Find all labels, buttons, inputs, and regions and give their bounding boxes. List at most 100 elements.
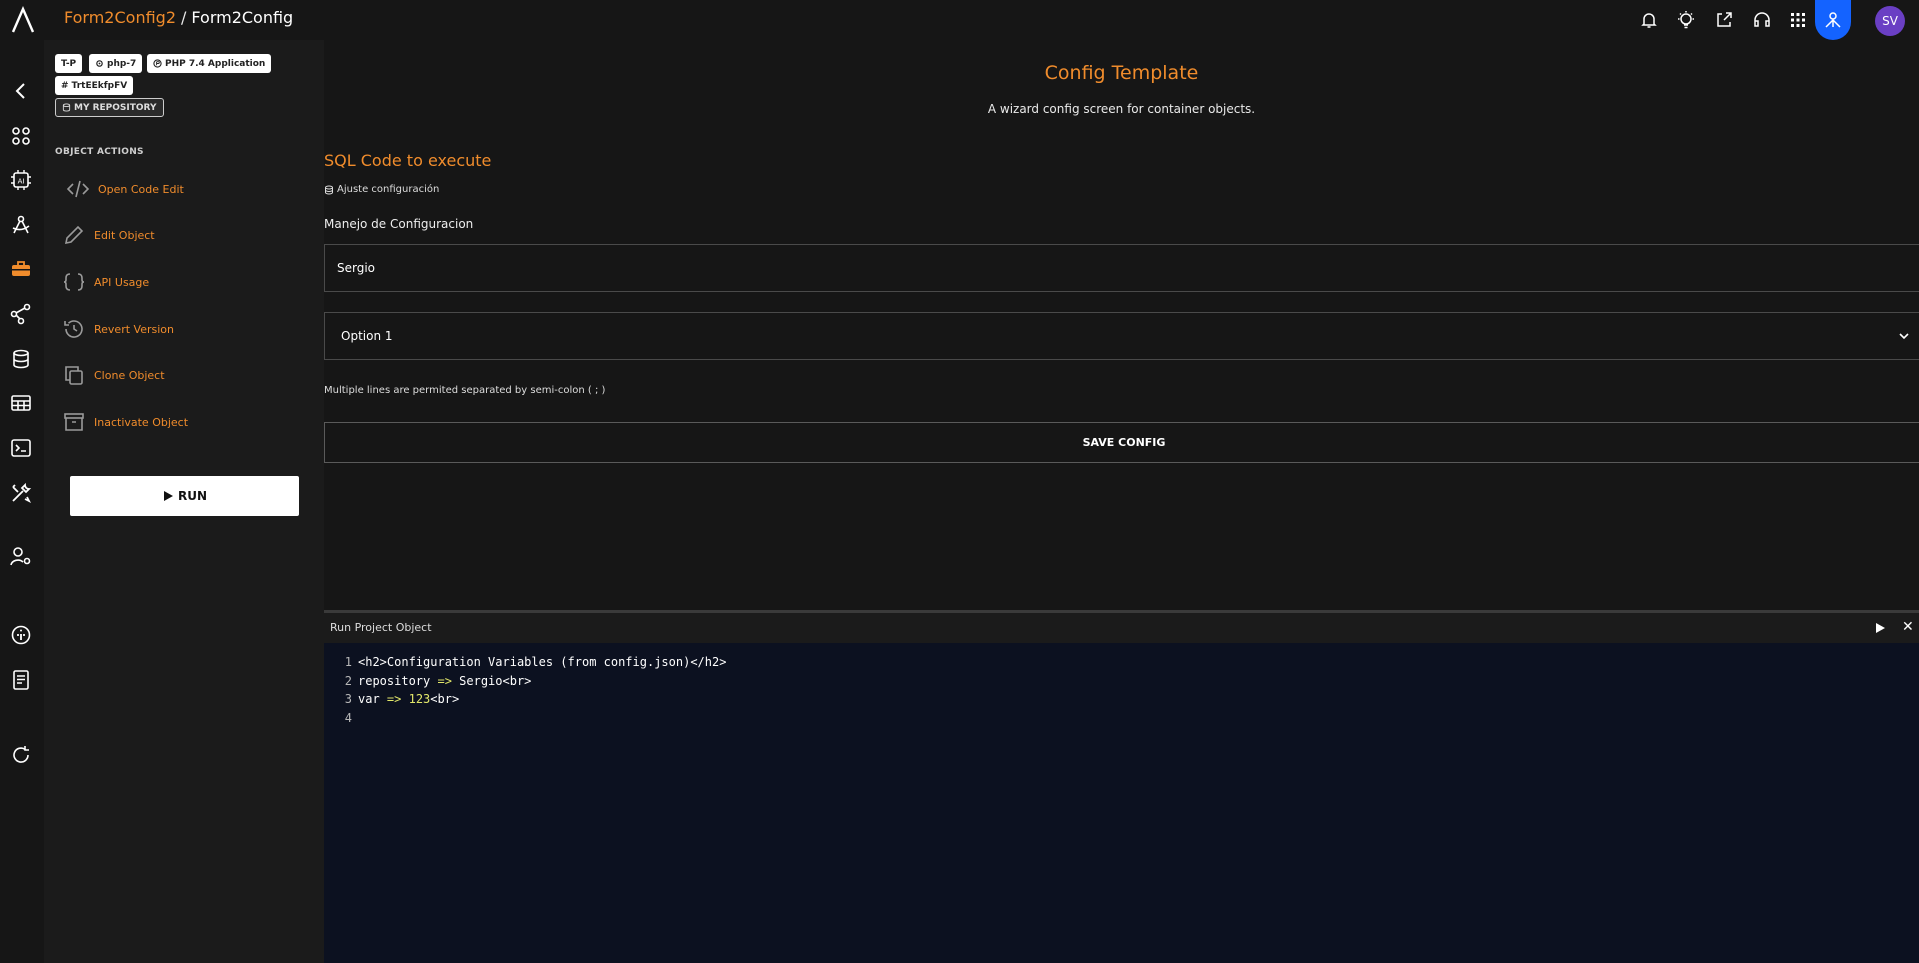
- database-icon[interactable]: [8, 346, 34, 372]
- app-logo[interactable]: [10, 6, 36, 34]
- apps-grid-icon[interactable]: [1786, 8, 1810, 32]
- left-rail: AI: [0, 40, 44, 963]
- revert-version-action[interactable]: Revert Version: [62, 316, 174, 342]
- code-line: 1 <h2>Configuration Variables (from conf…: [340, 653, 727, 672]
- headset-icon[interactable]: [1750, 8, 1774, 32]
- section-title: SQL Code to execute: [324, 151, 492, 170]
- code-text: Sergio<br>: [451, 673, 532, 688]
- chip-label: php-7: [107, 58, 137, 69]
- main-content: Config Template A wizard config screen f…: [324, 40, 1919, 610]
- sidebar: T-P php-7 PHP 7.4 Application # TrtEEkfp…: [44, 40, 324, 963]
- archive-icon: [64, 413, 84, 431]
- tag-chip-hash[interactable]: # TrtEEkfpFV: [55, 76, 134, 95]
- action-label: Open Code Edit: [98, 182, 184, 196]
- braces-icon: [63, 273, 85, 291]
- gear-icon: [96, 60, 103, 67]
- code-output: 1 <h2>Configuration Variables (from conf…: [340, 653, 727, 728]
- line-number: 3: [344, 692, 352, 706]
- code-number: 123: [408, 692, 431, 706]
- table-icon[interactable]: [8, 390, 34, 416]
- bell-icon[interactable]: [1637, 8, 1661, 32]
- code-line: 4: [340, 709, 726, 728]
- code-operator: =>: [437, 673, 452, 688]
- tag-chip-php[interactable]: php-7: [89, 54, 143, 73]
- action-label: Inactivate Object: [94, 415, 189, 429]
- terminal-icon[interactable]: [8, 435, 34, 461]
- hash-icon: #: [61, 80, 69, 91]
- compass-icon[interactable]: [8, 212, 34, 238]
- code-text: <br>: [430, 692, 460, 706]
- code-text: var: [358, 692, 387, 706]
- toolbox-icon[interactable]: [8, 256, 34, 282]
- top-bar: Form2Config2 /Form2Config SV: [0, 0, 1919, 40]
- line-number: 1: [344, 655, 352, 669]
- code-icon: [66, 180, 90, 198]
- line-number: 2: [344, 673, 352, 688]
- book-icon[interactable]: [8, 667, 34, 693]
- tag-chip-tp[interactable]: T-P: [55, 54, 83, 73]
- action-label: Edit Object: [94, 228, 155, 242]
- user-network-icon[interactable]: [1815, 0, 1851, 40]
- chip-label: TrtEEkfpFV: [71, 80, 128, 91]
- config-value-input[interactable]: [324, 244, 1919, 292]
- share-icon[interactable]: [1712, 8, 1736, 32]
- breadcrumb-object: Form2Config: [191, 8, 294, 27]
- setting-label: Ajuste configuración: [324, 184, 439, 195]
- clone-object-action[interactable]: Clone Object: [62, 362, 165, 388]
- php-icon: [153, 59, 162, 68]
- copy-icon: [65, 366, 83, 385]
- avatar[interactable]: SV: [1875, 6, 1905, 36]
- action-label: API Usage: [94, 275, 150, 289]
- svg-text:AI: AI: [18, 178, 25, 186]
- repository-chip[interactable]: MY REPOSITORY: [55, 98, 164, 117]
- inactivate-object-action[interactable]: Inactivate Object: [62, 409, 188, 435]
- code-operator: =>: [386, 692, 402, 706]
- flow-icon[interactable]: [8, 301, 34, 327]
- breadcrumb-project[interactable]: Form2Config2: [64, 8, 176, 27]
- panel-header: Run Project Object ✕: [324, 613, 1919, 643]
- panel-title: Run Project Object: [330, 621, 432, 634]
- dashboard-icon[interactable]: [8, 123, 34, 149]
- object-actions-heading: OBJECT ACTIONS: [55, 147, 144, 157]
- run-label: RUN: [177, 489, 208, 503]
- play-icon: [163, 491, 173, 501]
- database-icon: [325, 185, 333, 194]
- field-label: Manejo de Configuracion: [324, 217, 474, 231]
- action-label: Clone Object: [94, 368, 165, 382]
- helper-text: Multiple lines are permited separated by…: [324, 385, 606, 396]
- breadcrumb-separator: /: [181, 8, 187, 27]
- breadcrumb: Form2Config2 /Form2Config: [64, 8, 293, 27]
- play-icon[interactable]: [1873, 621, 1887, 635]
- ai-chip-icon[interactable]: AI: [8, 167, 34, 193]
- run-output-panel: Run Project Object ✕ 1 <h2>Configuration…: [324, 610, 1919, 963]
- back-arrow-icon[interactable]: [8, 78, 34, 104]
- code-line: 3 var => 123 <br>: [340, 690, 726, 709]
- refresh-icon[interactable]: [8, 742, 34, 768]
- database-icon: [62, 103, 71, 112]
- api-usage-action[interactable]: API Usage: [62, 269, 149, 295]
- chip-label: PHP 7.4 Application: [165, 58, 266, 69]
- run-button[interactable]: RUN: [70, 476, 299, 516]
- option-select[interactable]: Option 1: [324, 312, 1919, 360]
- tools-icon[interactable]: [8, 480, 34, 506]
- chip-label: T-P: [61, 58, 77, 69]
- page-subtitle: A wizard config screen for container obj…: [987, 102, 1256, 116]
- info-icon[interactable]: [8, 622, 34, 648]
- history-icon: [64, 320, 83, 338]
- pencil-icon: [64, 225, 84, 245]
- setting-label-text: Ajuste configuración: [337, 184, 440, 195]
- user-settings-icon[interactable]: [8, 543, 34, 569]
- page-title: Config Template: [1044, 62, 1199, 84]
- close-icon[interactable]: ✕: [1902, 620, 1914, 634]
- select-value: Option 1: [341, 329, 393, 343]
- save-config-button[interactable]: SAVE CONFIG: [324, 422, 1919, 463]
- edit-object-action[interactable]: Edit Object: [62, 222, 155, 248]
- code-text: <h2>Configuration Variables (from config…: [358, 655, 727, 669]
- code-text: repository: [358, 673, 438, 688]
- line-number: 4: [344, 710, 352, 725]
- tag-chip-app[interactable]: PHP 7.4 Application: [147, 54, 272, 73]
- open-code-edit-action[interactable]: Open Code Edit: [66, 176, 184, 202]
- code-line: 2 repository => Sergio<br>: [340, 672, 726, 691]
- lightbulb-icon[interactable]: [1674, 8, 1698, 32]
